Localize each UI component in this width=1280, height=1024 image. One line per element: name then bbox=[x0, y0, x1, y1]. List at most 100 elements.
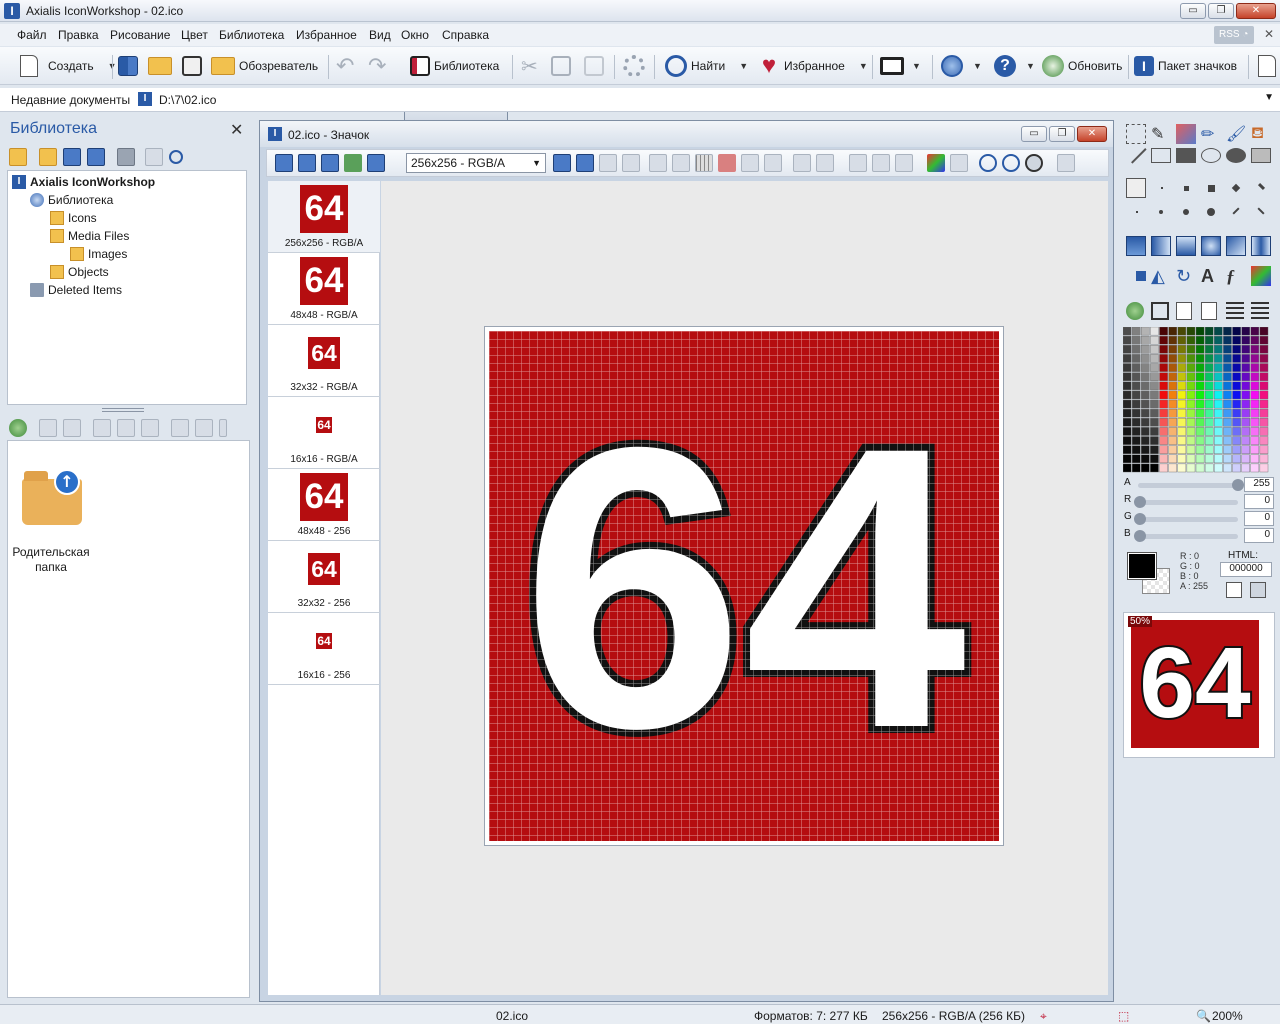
palette-new-icon[interactable] bbox=[1176, 302, 1192, 320]
brush-size-7-icon[interactable] bbox=[1136, 211, 1138, 213]
palette-swatch[interactable] bbox=[1177, 335, 1187, 345]
palette-swatch[interactable] bbox=[1232, 399, 1241, 409]
palette-swatch[interactable] bbox=[1232, 381, 1241, 391]
palette-swatch[interactable] bbox=[1186, 345, 1196, 354]
palette-swatch[interactable] bbox=[1259, 408, 1269, 418]
palette-swatch[interactable] bbox=[1241, 399, 1250, 409]
grid-toggle-icon[interactable] bbox=[695, 154, 713, 172]
brush-size-9-icon[interactable] bbox=[1183, 209, 1189, 215]
brush-size-12-icon[interactable] bbox=[1257, 207, 1265, 215]
palette-swatch[interactable] bbox=[1232, 418, 1241, 427]
zoom-out-icon[interactable] bbox=[1002, 154, 1020, 172]
palette-swatch[interactable] bbox=[1150, 463, 1159, 473]
palette-swatch[interactable] bbox=[1223, 408, 1232, 418]
palette-swatch[interactable] bbox=[1159, 418, 1168, 427]
palette-swatch[interactable] bbox=[1141, 454, 1150, 464]
extract-icon[interactable] bbox=[93, 419, 111, 437]
palette-swatch[interactable] bbox=[1123, 436, 1132, 445]
palette-swatch[interactable] bbox=[1141, 408, 1150, 418]
palette-swatch[interactable] bbox=[1204, 390, 1214, 400]
palette-swatch[interactable] bbox=[1141, 427, 1150, 436]
palette-swatch[interactable] bbox=[1204, 327, 1214, 336]
palette-swatch[interactable] bbox=[1214, 327, 1223, 336]
palette-swatch[interactable] bbox=[1232, 372, 1241, 381]
palette-swatch[interactable] bbox=[1223, 436, 1232, 445]
menu-close-button[interactable]: ✕ bbox=[1264, 27, 1274, 41]
chevron-down-icon[interactable]: ▼ bbox=[859, 61, 868, 71]
eraser-icon[interactable] bbox=[1176, 124, 1196, 144]
palette-swatch[interactable] bbox=[1195, 327, 1205, 336]
palette-list-icon[interactable] bbox=[1226, 302, 1244, 320]
palette-swatch[interactable] bbox=[1186, 427, 1196, 436]
brush-size-11-icon[interactable] bbox=[1232, 207, 1240, 215]
palette-swatch[interactable] bbox=[1168, 463, 1177, 473]
palette-swatch[interactable] bbox=[1259, 445, 1269, 454]
eyedropper-icon[interactable]: ✎ bbox=[1151, 124, 1171, 144]
palette-swatch[interactable] bbox=[1195, 418, 1205, 427]
palette-swatch[interactable] bbox=[1214, 445, 1223, 454]
palette-swatch[interactable] bbox=[1232, 408, 1241, 418]
menu-favorites[interactable]: Избранное bbox=[296, 28, 357, 42]
menu-file[interactable]: Файл bbox=[17, 28, 47, 42]
new-library-button[interactable] bbox=[118, 51, 138, 81]
palette-swatch[interactable] bbox=[1123, 418, 1132, 427]
palette-swatch[interactable] bbox=[1141, 390, 1150, 400]
brush-size-6-icon[interactable] bbox=[1257, 182, 1266, 191]
palette-swatch[interactable] bbox=[1168, 381, 1177, 391]
palette-swatch[interactable] bbox=[1168, 327, 1177, 336]
palette-swatch[interactable] bbox=[1131, 445, 1141, 454]
palette-swatch[interactable] bbox=[1141, 354, 1150, 363]
palette-swatch[interactable] bbox=[1131, 418, 1141, 427]
menu-edit[interactable]: Правка bbox=[58, 28, 99, 42]
doc-minimize-button[interactable]: ▭ bbox=[1021, 126, 1047, 142]
brush-size-4-icon[interactable] bbox=[1208, 185, 1215, 192]
fill-bucket-icon[interactable]: ⛾ bbox=[1251, 124, 1271, 144]
panel-splitter[interactable] bbox=[102, 408, 144, 412]
palette-swatch[interactable] bbox=[1177, 327, 1187, 336]
help-button[interactable]: ? ▼ bbox=[994, 51, 1035, 81]
palette-swatch[interactable] bbox=[1159, 381, 1168, 391]
cut-icon[interactable] bbox=[849, 154, 867, 172]
palette-swatch[interactable] bbox=[1123, 372, 1132, 381]
redo-button[interactable]: ↷ bbox=[368, 51, 388, 81]
palette-swatch[interactable] bbox=[1150, 408, 1159, 418]
settings-button[interactable] bbox=[623, 51, 645, 81]
ellipse-tool-icon[interactable] bbox=[1201, 148, 1221, 163]
brush-icon[interactable]: 🖌 bbox=[1226, 124, 1246, 144]
edit-icon[interactable] bbox=[87, 148, 105, 166]
palette-swatch[interactable] bbox=[1250, 463, 1260, 473]
palette-swatch[interactable] bbox=[1241, 463, 1250, 473]
palette-swatch[interactable] bbox=[1195, 335, 1205, 345]
favorites-button[interactable]: ♥ Избранное ▼ bbox=[758, 51, 868, 81]
palette-swatch[interactable] bbox=[1214, 463, 1223, 473]
palette-swatch[interactable] bbox=[1186, 372, 1196, 381]
doc-close-button[interactable]: ✕ bbox=[1077, 126, 1107, 142]
palette-swatch[interactable] bbox=[1232, 335, 1241, 345]
palette-swatch[interactable] bbox=[1150, 427, 1159, 436]
palette-swatch[interactable] bbox=[1177, 363, 1187, 372]
merge-icon[interactable] bbox=[117, 419, 135, 437]
update-button[interactable]: Обновить bbox=[1042, 51, 1122, 81]
find-button[interactable]: Найти ▼ bbox=[665, 51, 748, 81]
tree-root[interactable]: I Axialis IconWorkshop bbox=[12, 175, 155, 189]
palette-swatch[interactable] bbox=[1141, 363, 1150, 372]
palette-swatch[interactable] bbox=[1204, 381, 1214, 391]
palette-swatch[interactable] bbox=[1204, 399, 1214, 409]
tree-icons[interactable]: Icons bbox=[50, 211, 97, 225]
palette-swatch[interactable] bbox=[1159, 436, 1168, 445]
maximize-button[interactable]: ❐ bbox=[1208, 3, 1234, 19]
palette-swatch[interactable] bbox=[1141, 445, 1150, 454]
palette-swatch[interactable] bbox=[1259, 372, 1269, 381]
format-item[interactable]: 64 16x16 - RGB/A bbox=[268, 397, 380, 469]
palette-swatch[interactable] bbox=[1123, 427, 1132, 436]
palette-swatch[interactable] bbox=[1168, 418, 1177, 427]
palette-swatch[interactable] bbox=[1150, 345, 1159, 354]
palette-swatch[interactable] bbox=[1150, 363, 1159, 372]
save-format-icon[interactable] bbox=[275, 154, 293, 172]
color-adjust-icon[interactable] bbox=[927, 154, 945, 172]
palette-swatch[interactable] bbox=[1232, 390, 1241, 400]
palette-swatch[interactable] bbox=[1195, 363, 1205, 372]
palette-swatch[interactable] bbox=[1141, 381, 1150, 391]
palette-swatch[interactable] bbox=[1141, 345, 1150, 354]
palette-swatch[interactable] bbox=[1150, 445, 1159, 454]
